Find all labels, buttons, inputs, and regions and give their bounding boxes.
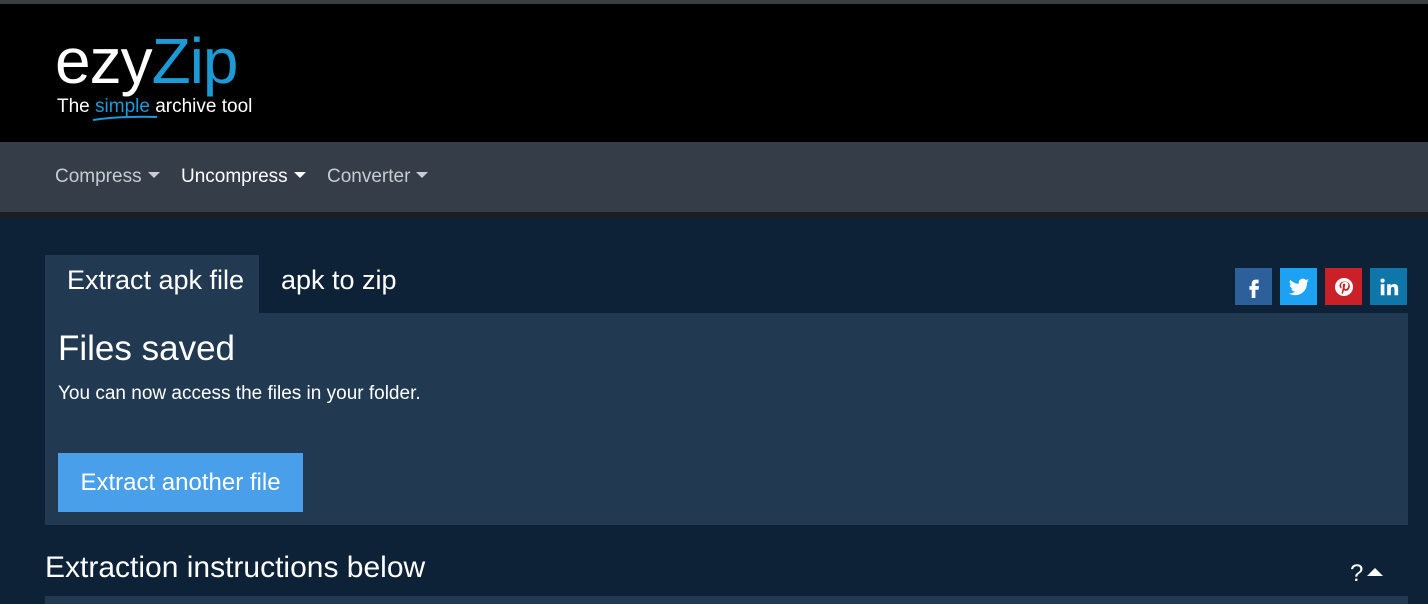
share-facebook-button[interactable] — [1235, 268, 1272, 305]
share-linkedin-button[interactable] — [1370, 268, 1407, 305]
caret-down-icon — [416, 171, 429, 178]
panel-message: You can now access the files in your fol… — [58, 383, 421, 404]
nav-converter[interactable]: Converter — [327, 166, 429, 188]
share-pinterest-button[interactable] — [1325, 268, 1362, 305]
instructions-heading: Extraction instructions below — [45, 551, 426, 584]
tab-extract-apk[interactable]: Extract apk file — [45, 255, 259, 313]
caret-down-icon — [293, 171, 306, 178]
site-logo[interactable]: ezyZip The simple archive tool — [55, 26, 285, 126]
tagline-post: archive tool — [149, 96, 253, 117]
pinterest-icon — [1334, 277, 1353, 296]
nav-uncompress-label: Uncompress — [181, 166, 288, 187]
logo-wordmark: ezyZip — [55, 26, 238, 96]
share-twitter-button[interactable] — [1280, 268, 1317, 305]
caret-up-icon — [1367, 567, 1384, 576]
nav-converter-label: Converter — [327, 166, 411, 187]
nav-compress-label: Compress — [55, 166, 142, 187]
nav-uncompress[interactable]: Uncompress — [181, 166, 306, 188]
swash-underline-icon — [92, 115, 158, 121]
panel-title: Files saved — [58, 329, 236, 368]
result-panel: Files saved You can now access the files… — [45, 313, 1408, 525]
nav-compress[interactable]: Compress — [55, 166, 160, 188]
logo-zip: Zip — [151, 25, 239, 97]
twitter-icon — [1288, 278, 1309, 295]
logo-ezy: ezy — [55, 25, 153, 97]
site-header: ezyZip The simple archive tool — [0, 4, 1428, 142]
tab-apk-to-zip[interactable]: apk to zip — [259, 255, 419, 313]
help-icon: ? — [1350, 560, 1364, 587]
facebook-icon — [1248, 279, 1259, 298]
extract-another-file-button[interactable]: Extract another file — [58, 453, 303, 512]
caret-down-icon — [147, 171, 160, 178]
linkedin-icon — [1379, 277, 1398, 295]
instructions-panel-top — [45, 596, 1408, 604]
help-toggle[interactable]: ? — [1350, 560, 1384, 588]
main-nav: Compress Uncompress Converter — [0, 142, 1428, 218]
tagline-pre: The — [57, 96, 96, 117]
